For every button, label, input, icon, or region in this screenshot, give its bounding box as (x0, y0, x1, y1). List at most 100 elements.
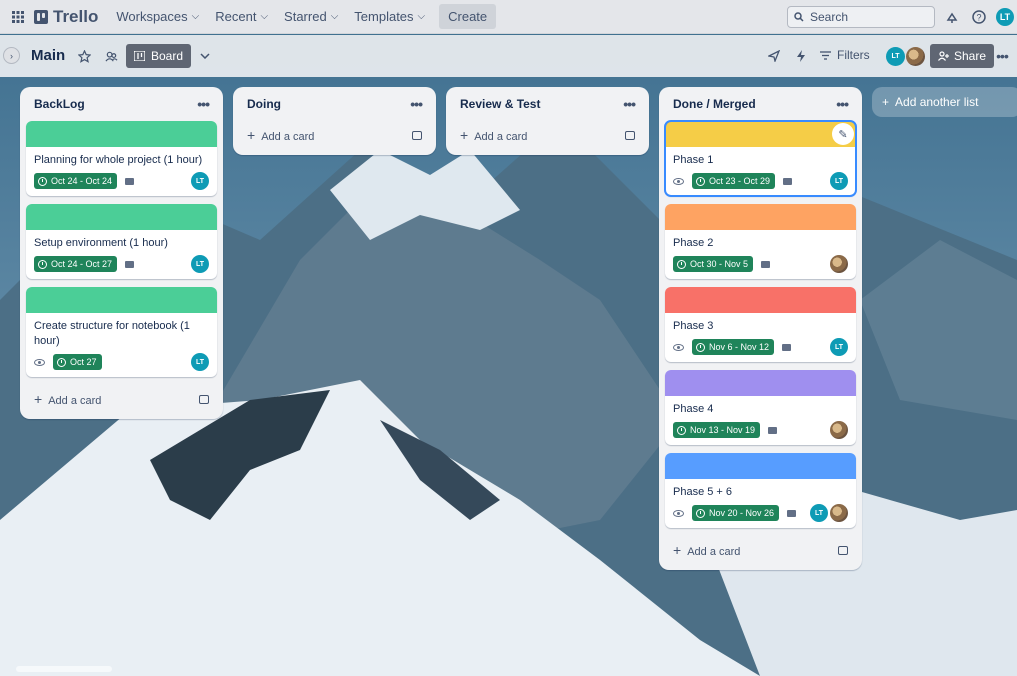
card-template-icon[interactable] (838, 545, 848, 555)
list-title[interactable]: Done / Merged (673, 97, 756, 111)
workspaces-label: Workspaces (116, 9, 188, 24)
board-member-avatar[interactable]: LT (886, 47, 905, 66)
card[interactable]: Phase 2 Oct 30 - Nov 5 (665, 204, 856, 279)
list-menu-icon[interactable]: ••• (410, 96, 423, 112)
comment-icon (761, 260, 771, 268)
card[interactable]: Setup environment (1 hour) Oct 24 - Oct … (26, 204, 217, 279)
create-button[interactable]: Create (439, 4, 497, 29)
list-title[interactable]: Review & Test (460, 97, 540, 111)
card-cover (665, 204, 856, 230)
board-title[interactable]: Main (31, 47, 65, 64)
templates-menu[interactable]: Templates ⌵ (346, 4, 433, 29)
due-date-badge[interactable]: Nov 13 - Nov 19 (673, 422, 761, 438)
sidebar-expand-button[interactable]: › (3, 47, 20, 64)
filters-button[interactable]: Filters (820, 48, 870, 62)
list-header[interactable]: Done / Merged ••• (665, 87, 856, 121)
comment-icon (782, 343, 792, 351)
card-title: Setup environment (1 hour) (34, 237, 168, 249)
recent-label: Recent (215, 9, 257, 24)
list-header[interactable]: Doing ••• (239, 87, 430, 121)
search-input[interactable]: Search (787, 6, 935, 28)
card-template-icon[interactable] (625, 130, 635, 140)
recent-menu[interactable]: Recent ⌵ (207, 4, 276, 29)
card[interactable]: Phase 5 + 6 Nov 20 - Nov 26 LT (665, 453, 856, 528)
list-menu-icon[interactable]: ••• (836, 96, 849, 112)
trello-logo-text: Trello (53, 6, 99, 26)
due-date-badge[interactable]: Oct 30 - Nov 5 (673, 256, 754, 272)
due-date-text: Oct 24 - Oct 27 (51, 259, 113, 269)
list-header[interactable]: BackLog ••• (26, 87, 217, 121)
due-date-badge[interactable]: Oct 27 (53, 354, 102, 370)
card-member-avatar[interactable]: LT (191, 255, 209, 273)
add-card-button[interactable]: + Add a card (665, 536, 856, 564)
clock-icon (38, 176, 47, 186)
list-title[interactable]: Doing (247, 97, 281, 111)
list-done-merged: Done / Merged ••• ✎ Phase 1 Oct 23 - Oct… (659, 87, 862, 570)
workspaces-menu[interactable]: Workspaces ⌵ (108, 4, 207, 29)
user-avatar[interactable]: LT (996, 8, 1014, 26)
notifications-icon[interactable] (943, 8, 961, 26)
card[interactable]: Create structure for notebook (1 hour) O… (26, 287, 217, 377)
add-card-button[interactable]: + Add a card (239, 121, 430, 149)
add-card-button[interactable]: + Add a card (452, 121, 643, 149)
due-date-badge[interactable]: Oct 23 - Oct 29 (692, 173, 776, 189)
due-date-badge[interactable]: Oct 24 - Oct 24 (34, 173, 118, 189)
add-card-button[interactable]: + Add a card (26, 385, 217, 413)
workspace-visibility-icon[interactable] (103, 48, 119, 64)
board-view-icon (134, 51, 145, 61)
card-title: Phase 4 (673, 403, 714, 415)
card-member-photo-avatar[interactable] (830, 504, 848, 522)
share-button[interactable]: Share (930, 44, 995, 68)
comment-icon (787, 509, 797, 517)
card-member-photo-avatar[interactable] (830, 255, 848, 273)
card-template-icon[interactable] (412, 130, 422, 140)
board-member-photo-avatar[interactable] (906, 47, 925, 66)
card[interactable]: Phase 3 Nov 6 - Nov 12 LT (665, 287, 856, 362)
list-title[interactable]: BackLog (34, 97, 85, 111)
list-menu-icon[interactable]: ••• (623, 96, 636, 112)
clock-icon (677, 425, 686, 435)
due-date-badge[interactable]: Oct 24 - Oct 27 (34, 256, 118, 272)
horizontal-scrollbar[interactable] (16, 666, 112, 672)
card-title: Phase 5 + 6 (673, 486, 733, 498)
card-cover (665, 121, 856, 147)
edit-card-pencil-icon[interactable]: ✎ (832, 123, 854, 145)
list-header[interactable]: Review & Test ••• (452, 87, 643, 121)
due-date-badge[interactable]: Nov 20 - Nov 26 (692, 505, 780, 521)
clock-icon (57, 357, 66, 367)
starred-menu[interactable]: Starred ⌵ (276, 4, 346, 29)
views-chevron-down-icon[interactable] (197, 48, 213, 64)
add-another-list-button[interactable]: + Add another list (872, 87, 1017, 117)
board-menu-icon[interactable]: ••• (994, 48, 1010, 64)
card-title: Create structure for notebook (1 hour) (34, 320, 190, 347)
due-date-text: Oct 23 - Oct 29 (709, 176, 771, 186)
help-icon[interactable]: ? (970, 8, 988, 26)
due-date-badge[interactable]: Nov 6 - Nov 12 (692, 339, 775, 355)
power-ups-icon[interactable] (766, 48, 782, 64)
due-date-text: Oct 27 (70, 357, 97, 367)
trello-logo-icon (34, 9, 48, 24)
filter-icon (820, 50, 831, 60)
search-placeholder: Search (810, 10, 849, 24)
card-member-avatar[interactable]: LT (191, 353, 209, 371)
card[interactable]: ✎ Phase 1 Oct 23 - Oct 29 LT (664, 120, 857, 197)
card-member-avatar[interactable]: LT (191, 172, 209, 190)
add-card-label: Add a card (48, 395, 102, 407)
app-switcher-icon[interactable] (8, 7, 28, 27)
card[interactable]: Planning for whole project (1 hour) Oct … (26, 121, 217, 196)
chevron-down-icon: ⌵ (191, 11, 200, 22)
card-cover (26, 287, 217, 313)
star-icon[interactable] (76, 48, 92, 64)
card-member-avatar[interactable]: LT (830, 338, 848, 356)
card-template-icon[interactable] (199, 394, 209, 404)
card[interactable]: Phase 4 Nov 13 - Nov 19 (665, 370, 856, 445)
trello-logo[interactable]: Trello (34, 7, 98, 27)
card-member-avatar[interactable]: LT (830, 172, 848, 190)
card-member-photo-avatar[interactable] (830, 421, 848, 439)
card-member-avatar[interactable]: LT (810, 504, 828, 522)
card-title: Phase 2 (673, 237, 714, 249)
automation-icon[interactable] (793, 48, 809, 64)
due-date-text: Oct 30 - Nov 5 (690, 259, 749, 269)
list-menu-icon[interactable]: ••• (197, 96, 210, 112)
board-view-button[interactable]: Board (126, 44, 192, 68)
